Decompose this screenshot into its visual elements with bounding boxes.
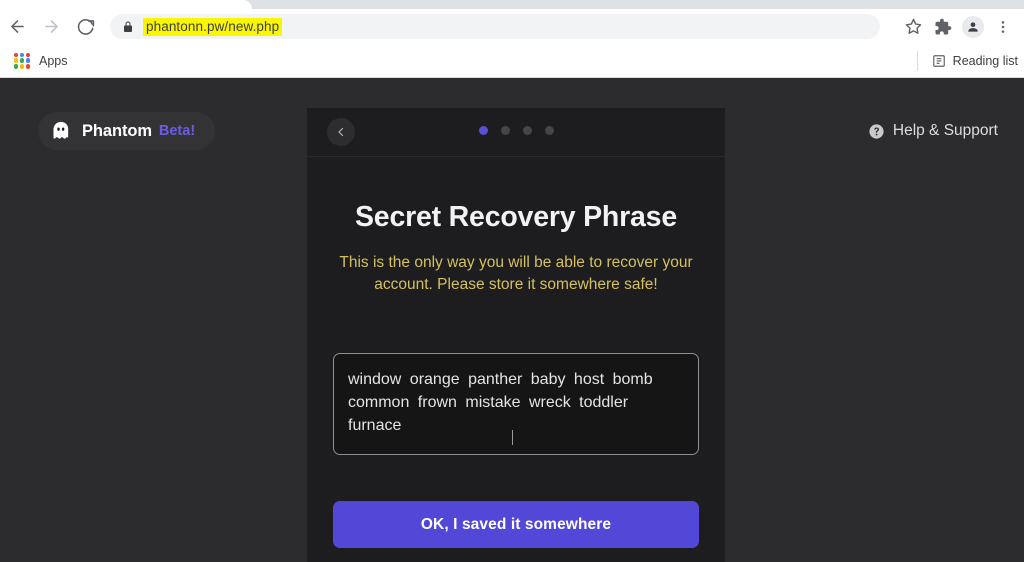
warning-text: This is the only way you will be able to… (339, 254, 693, 293)
help-support-label: Help & Support (892, 122, 998, 139)
browser-chrome: phantonn.pw/new.php Apps Reading list (0, 0, 1024, 78)
text-caret (512, 430, 513, 446)
profile-avatar-icon[interactable] (958, 12, 988, 42)
apps-grid-icon (14, 52, 30, 69)
three-dot-menu-icon[interactable] (988, 12, 1018, 42)
url-text[interactable]: phantonn.pw/new.php (143, 17, 283, 36)
progress-dot-4 (544, 126, 554, 135)
progress-dots (307, 126, 725, 135)
phantom-brand-pill[interactable]: Phantom Beta! (38, 112, 216, 150)
confirm-saved-button[interactable]: OK, I saved it somewhere (333, 501, 699, 549)
modal-header (307, 108, 725, 157)
seed-phrase-box[interactable]: window orange panther baby host bomb com… (333, 353, 699, 456)
bookmarks-bar: Apps Reading list (0, 44, 1024, 78)
reading-list-button[interactable]: Reading list (916, 50, 1024, 71)
active-tab[interactable] (0, 0, 252, 9)
lock-icon (122, 21, 134, 33)
reload-button[interactable] (68, 10, 102, 44)
progress-dot-2 (500, 126, 510, 135)
ghost-icon (50, 120, 72, 142)
seed-phrase-words: window orange panther baby host bomb com… (348, 371, 653, 435)
tab-strip (0, 0, 1024, 9)
reading-list-label: Reading list (952, 53, 1018, 68)
address-bar[interactable]: phantonn.pw/new.php (110, 14, 880, 39)
back-button[interactable] (0, 10, 34, 44)
toolbar-right-icons (898, 12, 1024, 42)
page-title: Secret Recovery Phrase (355, 201, 677, 233)
help-support-link[interactable]: Help & Support (868, 122, 998, 140)
brand-beta-badge: Beta! (158, 123, 196, 139)
apps-shortcut[interactable]: Apps (8, 50, 74, 72)
forward-button[interactable] (34, 10, 68, 44)
browser-toolbar: phantonn.pw/new.php (0, 9, 1024, 44)
modal-body: Secret Recovery Phrase This is the only … (307, 201, 725, 549)
brand-name: Phantom (82, 121, 152, 140)
star-icon[interactable] (898, 12, 928, 42)
apps-label: Apps (39, 53, 68, 68)
progress-dot-3 (522, 126, 532, 135)
puzzle-piece-icon[interactable] (928, 12, 958, 42)
page-content: Phantom Beta! Help & Support Secret Reco… (0, 78, 1024, 562)
progress-dot-1 (478, 126, 488, 135)
onboarding-modal: Secret Recovery Phrase This is the only … (307, 108, 725, 562)
question-circle-icon (868, 123, 885, 140)
reading-list-icon (932, 54, 946, 68)
